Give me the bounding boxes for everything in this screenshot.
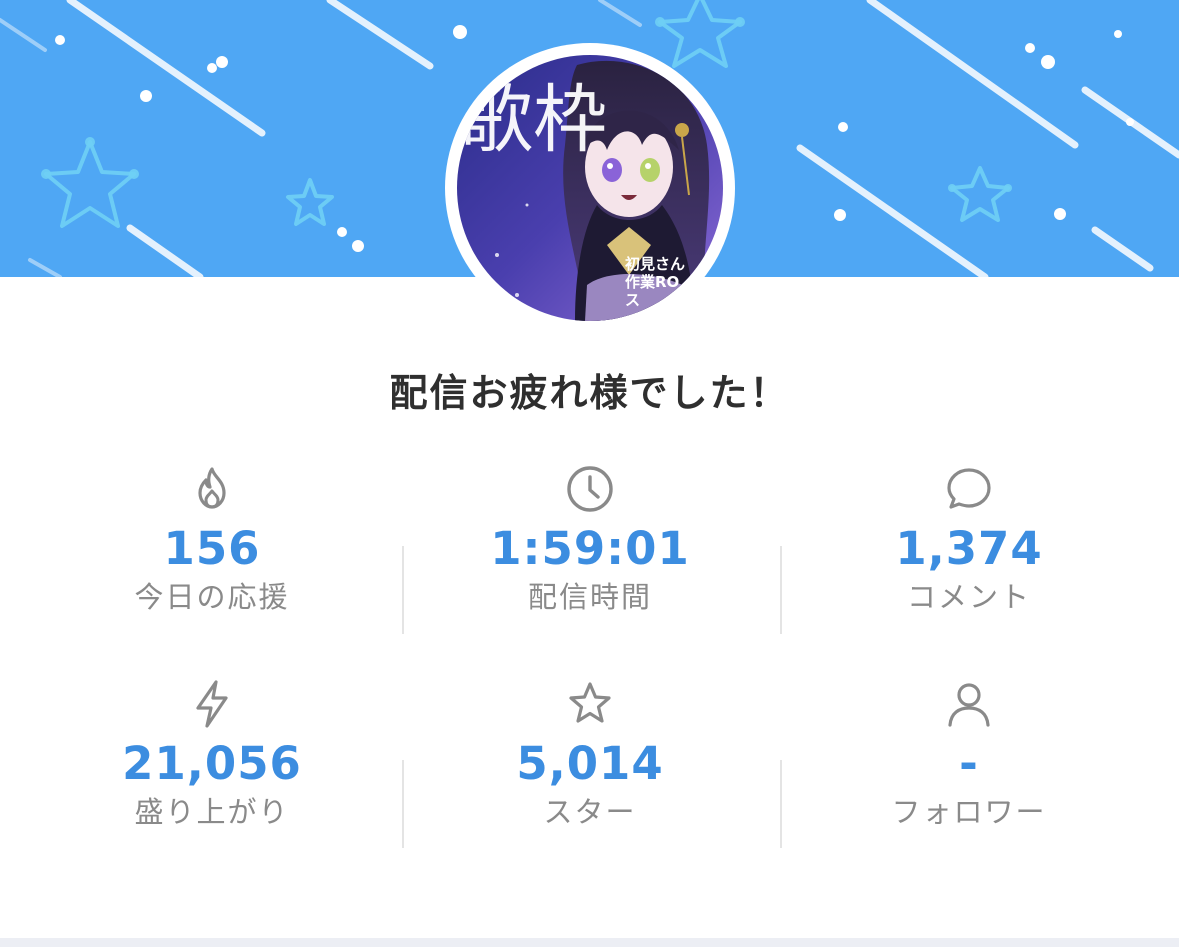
stat-comments: 1,374 コメント xyxy=(839,463,1099,617)
stat-divider xyxy=(402,546,404,634)
comment-bubble-icon xyxy=(947,468,991,509)
stat-label: 盛り上がり xyxy=(134,795,290,829)
stat-stream-time: 1:59:01 配信時間 xyxy=(460,463,720,617)
clock-icon xyxy=(567,466,613,512)
bottom-separator xyxy=(0,938,1179,947)
thumbnail-caption-1: 初見さん xyxy=(625,255,685,273)
stat-label: コメント xyxy=(906,580,1031,614)
star-icon xyxy=(569,682,611,723)
stat-excitement: 21,056 盛り上がり xyxy=(82,678,342,832)
stat-value: - xyxy=(959,737,979,790)
stat-label: 配信時間 xyxy=(527,580,652,614)
stat-support-today: 156 今日の応援 xyxy=(82,463,342,617)
stat-value: 5,014 xyxy=(516,737,664,790)
stat-label: 今日の応援 xyxy=(134,580,290,614)
stat-divider xyxy=(780,760,782,848)
page-title: 配信お疲れ様でした！ xyxy=(389,371,790,415)
person-icon xyxy=(948,683,990,727)
stat-followers: - フォロワー xyxy=(839,678,1099,832)
stat-value: 21,056 xyxy=(122,737,302,790)
thumbnail-caption-3: ス xyxy=(625,291,640,309)
stat-divider xyxy=(402,760,404,848)
stream-thumbnail-avatar: 歌枠 初見さん 作業RO ス xyxy=(445,43,735,333)
stat-divider xyxy=(780,546,782,634)
stat-value: 156 xyxy=(163,522,261,575)
lightning-icon xyxy=(196,680,228,728)
stat-label: フォロワー xyxy=(891,795,1047,829)
stat-value: 1,374 xyxy=(895,522,1043,575)
thumbnail-illustration: 歌枠 初見さん 作業RO ス xyxy=(457,55,723,321)
stat-label: スター xyxy=(543,795,637,829)
stat-stars: 5,014 スター xyxy=(460,678,720,832)
thumbnail-caption-2: 作業RO xyxy=(625,273,679,291)
stat-value: 1:59:01 xyxy=(490,522,690,575)
flame-icon xyxy=(198,467,226,509)
